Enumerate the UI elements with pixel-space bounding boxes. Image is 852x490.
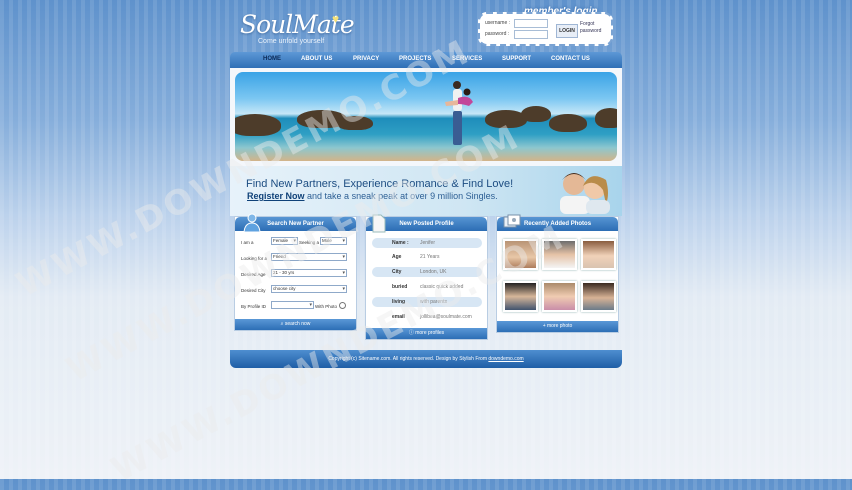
member-thumbnail[interactable] [503, 239, 538, 270]
i-am-label: I am a [241, 240, 254, 245]
looking-for-select[interactable]: Friend [271, 253, 347, 261]
site-container: SoulMate ♥ Come unfold yourself member's… [230, 0, 622, 370]
desired-age-select[interactable]: 21 - 30 yrs [271, 269, 347, 277]
with-photo-label: With Photo [315, 304, 338, 309]
password-field[interactable] [514, 30, 548, 39]
nav-support[interactable]: SUPPORT [502, 56, 531, 62]
logo[interactable]: SoulMate ♥ Come unfold yourself [240, 10, 355, 45]
password-label: password : [485, 31, 510, 37]
promo-subline: Register Now and take a sneak peak at ov… [247, 191, 498, 201]
promo-couple-image [560, 173, 610, 214]
more-profiles-label: more profiles [415, 330, 445, 336]
desired-city-select[interactable]: choose city [271, 285, 347, 293]
photo-gallery-icon [503, 214, 521, 228]
nav-projects[interactable]: PROJECTS [399, 56, 431, 62]
member-thumbnail[interactable] [542, 281, 577, 312]
logo-tagline: Come unfold yourself [258, 38, 325, 45]
more-photo-button[interactable]: + more photo [497, 321, 618, 332]
seeking-label: Seeking a [299, 240, 320, 245]
seeking-select[interactable]: Male [320, 237, 347, 245]
heart-icon: ♥ [332, 12, 340, 26]
member-thumbnail[interactable] [581, 239, 616, 270]
nav-contact[interactable]: CONTACT US [551, 56, 590, 62]
profile-row: Name : Jenifer [372, 238, 482, 248]
looking-for-label: Looking for a [241, 256, 268, 261]
search-panel: Search New Partner I am a Female Seeking… [234, 213, 357, 331]
search-now-button[interactable]: ⌕ search now [235, 319, 356, 330]
more-photo-label: more photo [547, 323, 573, 329]
users-icon [243, 213, 261, 233]
nav-home[interactable]: HOME [263, 56, 281, 62]
profile-row: City London, UK [372, 267, 482, 277]
promo-strip: Find New Partners, Experience Romance & … [230, 166, 622, 216]
profile-panel: New Posted Profile Name : Jenifer Age 21 Y… [365, 214, 488, 340]
footer-link[interactable]: downdemo.com [488, 356, 523, 362]
username-label: username : [485, 20, 511, 26]
register-link[interactable]: Register Now [247, 191, 305, 201]
site-footer: Copyright (c) Sitename.com. All rights r… [230, 350, 622, 368]
nav-about[interactable]: ABOUT US [301, 56, 332, 62]
photos-panel: Recently Added Photos + more photo [496, 214, 619, 333]
nav-privacy[interactable]: PRIVACY [353, 56, 379, 62]
beach-couple-photo [235, 72, 617, 161]
member-thumbnail[interactable] [503, 281, 538, 312]
profile-id-field[interactable] [271, 301, 314, 309]
document-icon [372, 214, 386, 233]
profile-row: buried classic quick added [392, 284, 464, 290]
hero-banner [230, 68, 622, 166]
desired-age-label: Desired Age [241, 272, 266, 277]
member-thumbnail[interactable] [581, 281, 616, 312]
login-box: username : password : LOGIN Forgot passw… [478, 12, 613, 46]
couple-figure [445, 81, 473, 145]
copyright-text: Copyright (c) Sitename.com. All rights r… [328, 356, 458, 362]
search-now-label: search now [284, 321, 311, 327]
promo-rest: and take a sneak peak at over 9 million … [307, 191, 498, 201]
profile-row: living with parents [372, 297, 482, 307]
profile-row: email jollibea@soulmate.com [392, 314, 472, 320]
main-nav: HOME ABOUT US PRIVACY PROJECTS SERVICES … [230, 52, 622, 68]
gender-select[interactable]: Female [271, 237, 298, 245]
more-profiles-button[interactable]: ⓘ more profiles [366, 328, 487, 339]
member-thumbnail[interactable] [542, 239, 577, 270]
username-field[interactable] [514, 19, 548, 28]
desired-city-label: Desired City [241, 288, 266, 293]
login-button[interactable]: LOGIN [556, 24, 578, 38]
profile-row: Age 21 Years [392, 254, 440, 260]
nav-services[interactable]: SERVICES [452, 56, 482, 62]
with-photo-checkbox[interactable] [339, 302, 346, 309]
forgot-password-link[interactable]: Forgot password [580, 21, 606, 35]
designer-text: Stylish From [459, 356, 487, 362]
promo-headline: Find New Partners, Experience Romance & … [246, 178, 514, 190]
profile-id-label: By Profile ID [241, 304, 267, 309]
